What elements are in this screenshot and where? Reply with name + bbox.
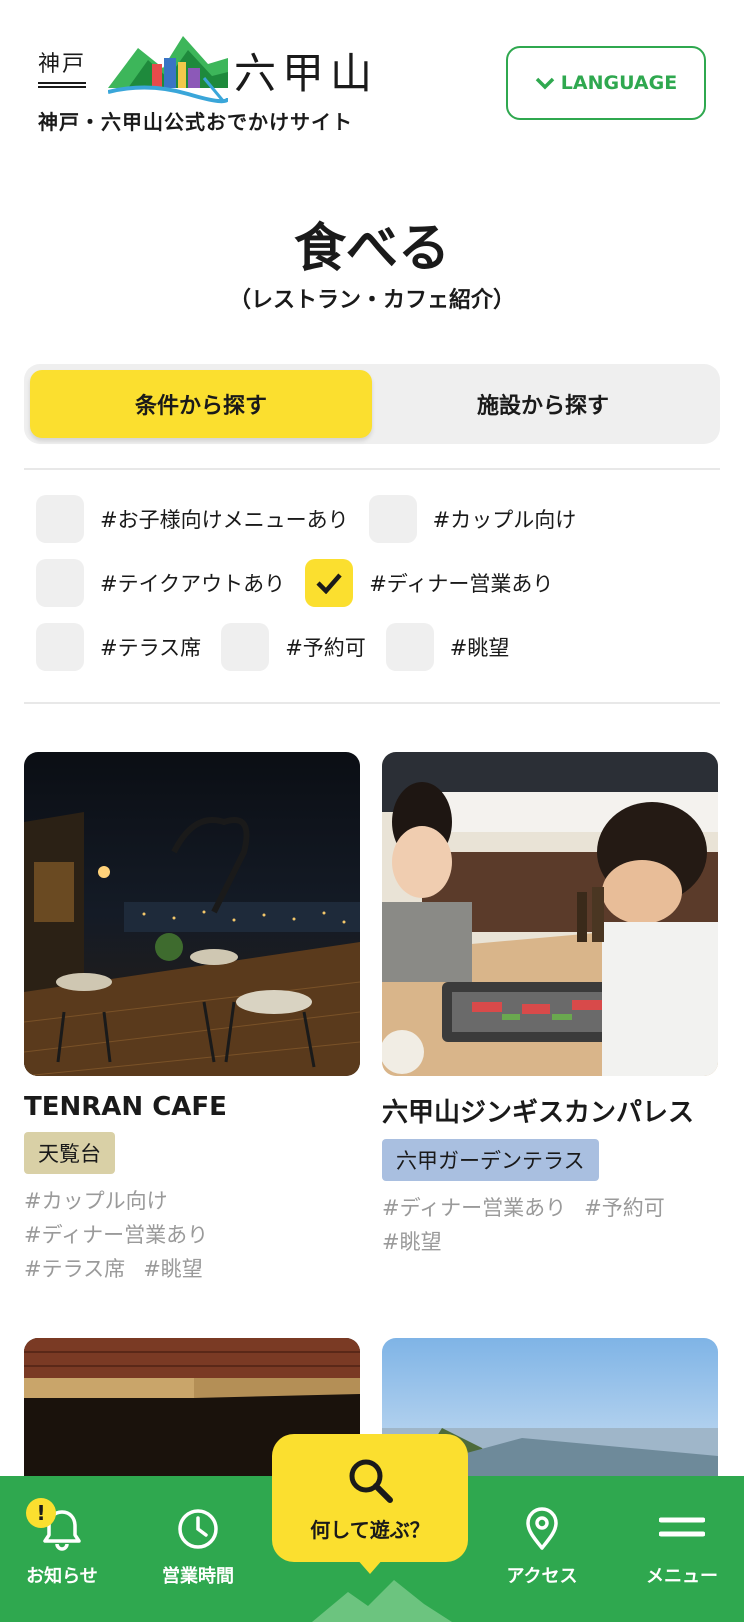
filter-view[interactable]: #眺望 — [385, 623, 510, 671]
nav-menu[interactable]: メニュー — [622, 1506, 742, 1588]
card-photo-bbq[interactable] — [382, 752, 718, 1076]
clock-icon — [178, 1509, 218, 1549]
site-header: 神戸 六甲山 神戸・六甲山公式おでかけサイト LANGUAGE — [0, 0, 744, 150]
nav-access[interactable]: アクセス — [482, 1506, 602, 1588]
card-tags: #ディナー営業あり #予約可 #眺望 — [382, 1191, 718, 1259]
what-to-do-button[interactable]: 何して遊ぶ？ — [272, 1434, 468, 1562]
checkmark-icon — [316, 573, 342, 594]
filter-reservation[interactable]: #予約可 — [221, 623, 366, 671]
filter-takeout[interactable]: #テイクアウトあり — [36, 559, 285, 607]
mountain-logo-icon[interactable] — [108, 28, 228, 104]
filter-label: #予約可 — [285, 636, 366, 660]
checkbox[interactable] — [36, 559, 84, 607]
filter-label: #ディナー営業あり — [369, 572, 554, 596]
tag: #眺望 — [143, 1257, 203, 1281]
checkbox[interactable] — [221, 623, 270, 671]
divider — [24, 702, 720, 704]
card-title[interactable]: TENRAN CAFE — [24, 1092, 360, 1122]
center-button-label: 何して遊ぶ？ — [310, 1517, 430, 1542]
logo-kobe-text[interactable]: 神戸 — [38, 46, 87, 84]
area-badge: 六甲ガーデンテラス — [382, 1139, 599, 1181]
checkbox[interactable] — [36, 495, 84, 543]
checkbox[interactable] — [368, 495, 417, 543]
speech-tail — [356, 1558, 384, 1574]
checkbox[interactable] — [36, 623, 84, 671]
nav-label: アクセス — [506, 1566, 578, 1587]
nav-label: お知らせ — [26, 1566, 98, 1587]
mountain-decoration-icon — [312, 1580, 452, 1622]
filter-label: #眺望 — [449, 636, 510, 660]
card-title[interactable]: 六甲山ジンギスカンパレス — [382, 1092, 718, 1129]
search-mode-tabs: 条件から探す 施設から探す — [24, 364, 720, 444]
filter-label: #テラス席 — [100, 636, 202, 660]
divider — [24, 468, 720, 470]
filter-couples[interactable]: #カップル向け — [368, 495, 577, 543]
notification-badge: ! — [26, 1498, 56, 1528]
filter-list: #お子様向けメニューあり #カップル向け #テイクアウトあり #ディナー営業あり… — [36, 494, 726, 686]
restaurant-card[interactable]: 六甲山ジンギスカンパレス 六甲ガーデンテラス #ディナー営業あり #予約可 #眺望 — [382, 752, 718, 1259]
restaurant-card[interactable]: TENRAN CAFE 天覧台 #カップル向け #ディナー営業あり #テラス席 #… — [24, 752, 360, 1286]
filter-label: #お子様向けメニューあり — [100, 508, 349, 532]
checkbox-checked[interactable] — [305, 559, 354, 607]
nav-label: 営業時間 — [162, 1566, 234, 1587]
nav-label: メニュー — [646, 1566, 718, 1587]
tag: #テラス席 — [24, 1257, 126, 1281]
tag: #カップル向け — [24, 1189, 168, 1213]
tab-search-by-facility[interactable]: 施設から探す — [372, 370, 714, 438]
search-icon — [349, 1459, 393, 1503]
nav-hours[interactable]: 営業時間 — [138, 1506, 258, 1588]
area-badge: 天覧台 — [24, 1132, 115, 1174]
page-title: 食べる — [293, 219, 450, 279]
logo-rokko-text[interactable]: 六甲山 — [234, 40, 378, 101]
filter-row: #テラス席 #予約可 #眺望 — [36, 622, 726, 672]
card-photo-night-terrace[interactable] — [24, 752, 360, 1076]
tag: #予約可 — [584, 1196, 665, 1220]
language-label: LANGUAGE — [560, 72, 678, 94]
nav-notice[interactable]: ! お知らせ — [2, 1498, 122, 1588]
filter-kids-menu[interactable]: #お子様向けメニューあり — [36, 495, 349, 543]
filter-row: #お子様向けメニューあり #カップル向け — [36, 494, 726, 544]
page-subtitle: （レストラン・カフェ紹介） — [228, 288, 515, 313]
filter-terrace[interactable]: #テラス席 — [36, 623, 201, 671]
checkbox[interactable] — [385, 623, 434, 671]
filter-row: #テイクアウトあり #ディナー営業あり — [36, 558, 726, 608]
filter-dinner[interactable]: #ディナー営業あり — [305, 559, 553, 607]
tag: #ディナー営業あり — [24, 1223, 209, 1247]
language-button[interactable]: LANGUAGE — [506, 46, 706, 120]
filter-label: #テイクアウトあり — [100, 572, 286, 596]
filter-label: #カップル向け — [432, 508, 577, 532]
map-pin-icon — [526, 1507, 558, 1550]
site-tagline: 神戸・六甲山公式おでかけサイト — [38, 110, 353, 134]
chevron-down-icon — [535, 77, 555, 90]
tag: #ディナー営業あり — [382, 1196, 567, 1220]
tab-search-by-condition[interactable]: 条件から探す — [30, 370, 372, 438]
hamburger-menu-icon — [659, 1517, 705, 1537]
card-tags: #カップル向け #ディナー営業あり #テラス席 #眺望 — [24, 1184, 360, 1286]
tag: #眺望 — [382, 1230, 442, 1254]
